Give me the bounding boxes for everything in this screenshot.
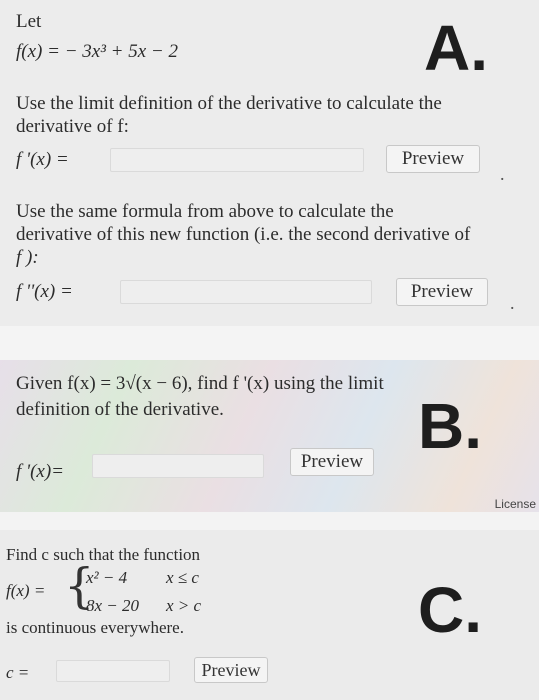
problem-c-panel: Find c such that the function f(x) = { x… xyxy=(0,530,539,700)
instruction-first-derivative-line1: Use the limit definition of the derivati… xyxy=(16,93,442,114)
second-derivative-input[interactable] xyxy=(120,280,372,304)
problem-letter-b: B. xyxy=(418,390,482,462)
problem-b-statement-line2: definition of the derivative. xyxy=(16,399,224,420)
problem-letter-c: C. xyxy=(418,574,482,646)
answer-status-dot: . xyxy=(500,164,505,184)
problem-b-panel: Given f(x) = 3√(x − 6), find f '(x) usin… xyxy=(0,360,539,512)
piecewise-case1-condition: x ≤ c xyxy=(166,568,199,587)
preview-button-b[interactable]: Preview xyxy=(290,448,374,476)
piecewise-case2-expression: 8x − 20 xyxy=(86,596,140,615)
instruction-second-derivative-line1: Use the same formula from above to calcu… xyxy=(16,201,394,222)
first-derivative-input[interactable] xyxy=(110,148,364,172)
panel-gap xyxy=(0,512,539,530)
instruction-first-derivative-line2: derivative of f: xyxy=(16,116,129,137)
function-definition: f(x) = − 3x³ + 5x − 2 xyxy=(16,41,178,62)
second-derivative-label: f ''(x) = xyxy=(16,281,73,302)
piecewise-function-label: f(x) = xyxy=(6,581,46,600)
derivative-answer-label: f '(x)= xyxy=(16,461,65,482)
problem-c-statement-line1: Find c such that the function xyxy=(6,545,201,564)
license-link[interactable]: License xyxy=(495,497,536,511)
problem-letter-a: A. xyxy=(424,12,488,84)
preview-button-c[interactable]: Preview xyxy=(194,657,268,683)
instruction-second-derivative-line2: derivative of this new function (i.e. th… xyxy=(16,224,471,245)
piecewise-case1-expression: x² − 4 xyxy=(86,568,128,587)
panel-gap xyxy=(0,326,539,360)
problem-b-statement-line1: Given f(x) = 3√(x − 6), find f '(x) usin… xyxy=(16,373,384,394)
c-answer-input[interactable] xyxy=(56,660,170,682)
c-answer-label: c = xyxy=(6,663,30,682)
answer-status-dot: . xyxy=(510,293,515,313)
instruction-second-derivative-line3: f ): xyxy=(16,247,39,268)
first-derivative-label: f '(x) = xyxy=(16,149,69,170)
preview-button-second-derivative[interactable]: Preview xyxy=(396,278,488,306)
derivative-answer-input[interactable] xyxy=(92,454,264,478)
piecewise-case2-condition: x > c xyxy=(166,596,202,615)
preview-button-first-derivative[interactable]: Preview xyxy=(386,145,480,173)
problem-a-panel: Let f(x) = − 3x³ + 5x − 2 A. Use the lim… xyxy=(0,0,539,327)
let-text: Let xyxy=(16,11,42,32)
problem-c-statement-line2: is continuous everywhere. xyxy=(6,618,184,637)
